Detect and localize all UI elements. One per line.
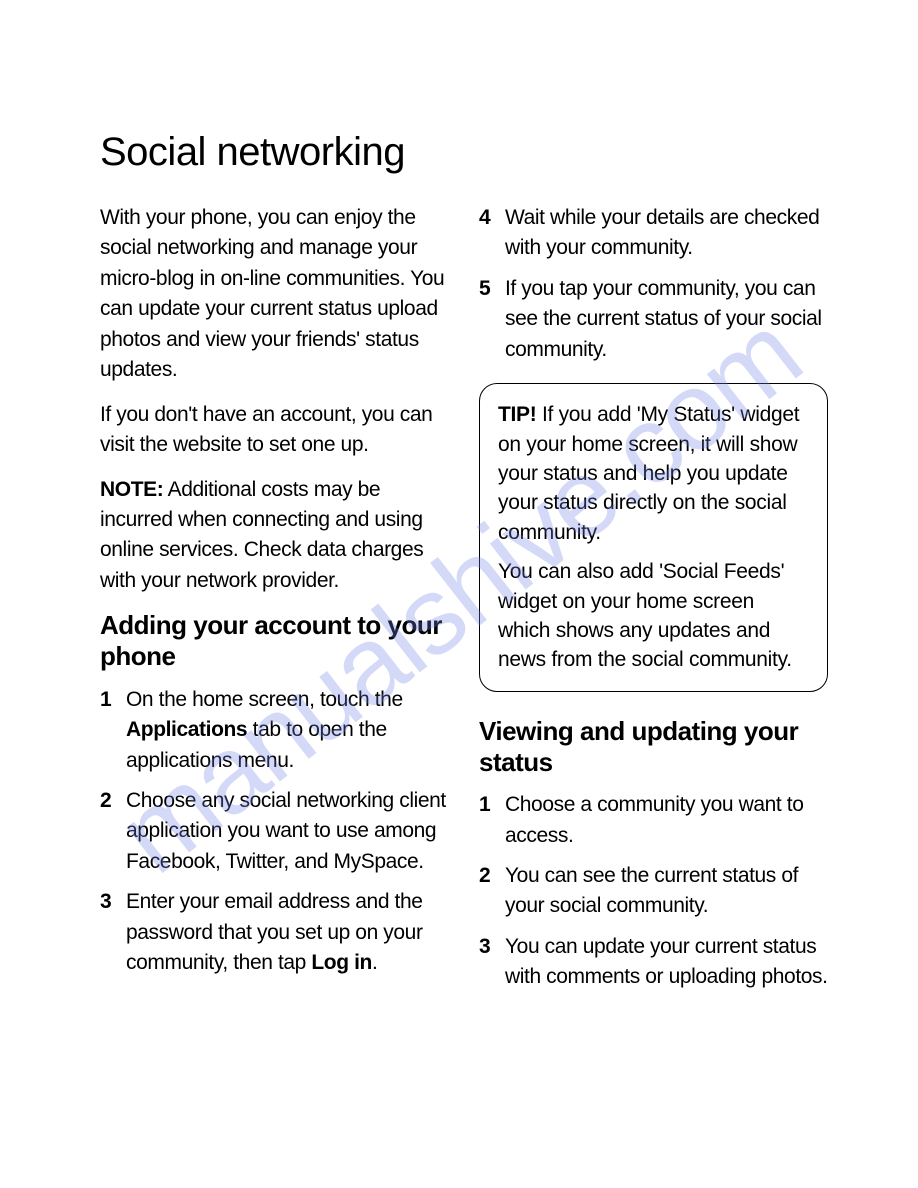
tip-para-1: TIP! If you add 'My Status' widget on yo…	[498, 400, 809, 547]
tip-box: TIP! If you add 'My Status' widget on yo…	[479, 383, 828, 692]
list-num: 4	[479, 203, 505, 233]
tip-label: TIP!	[498, 403, 536, 426]
list-num: 2	[100, 786, 126, 816]
right-column: 4 Wait while your details are checked wi…	[479, 203, 828, 1011]
list-text: You can update your current status with …	[505, 932, 828, 993]
list-text: On the home screen, touch the Applicatio…	[126, 685, 449, 776]
list-text: Choose any social networking client appl…	[126, 786, 449, 877]
list-item: 5 If you tap your community, you can see…	[479, 274, 828, 365]
list-num: 1	[100, 685, 126, 715]
tip-para-2: You can also add 'Social Feeds' widget o…	[498, 557, 809, 675]
list-text: If you tap your community, you can see t…	[505, 274, 828, 365]
content-columns: With your phone, you can enjoy the socia…	[100, 203, 828, 1011]
intro-para-2: If you don't have an account, you can vi…	[100, 400, 449, 461]
list-item: 3 Enter your email address and the passw…	[100, 887, 449, 978]
list-text: Wait while your details are checked with…	[505, 203, 828, 264]
page-title: Social networking	[100, 130, 828, 175]
list-item: 2 You can see the current status of your…	[479, 861, 828, 922]
list-num: 2	[479, 861, 505, 891]
list-item: 4 Wait while your details are checked wi…	[479, 203, 828, 264]
list-item: 3 You can update your current status wit…	[479, 932, 828, 993]
section-2-heading: Viewing and updating your status	[479, 716, 828, 778]
steps-list-1b: 4 Wait while your details are checked wi…	[479, 203, 828, 365]
list-item: 1 Choose a community you want to access.	[479, 790, 828, 851]
list-text: Choose a community you want to access.	[505, 790, 828, 851]
left-column: With your phone, you can enjoy the socia…	[100, 203, 449, 1011]
list-num: 3	[100, 887, 126, 917]
list-text: You can see the current status of your s…	[505, 861, 828, 922]
note-para: NOTE: Additional costs may be incurred w…	[100, 475, 449, 597]
note-label: NOTE:	[100, 478, 163, 501]
list-text: Enter your email address and the passwor…	[126, 887, 449, 978]
list-item: 1 On the home screen, touch the Applicat…	[100, 685, 449, 776]
list-item: 2 Choose any social networking client ap…	[100, 786, 449, 877]
steps-list-2: 1 Choose a community you want to access.…	[479, 790, 828, 993]
list-num: 1	[479, 790, 505, 820]
intro-para-1: With your phone, you can enjoy the socia…	[100, 203, 449, 386]
list-num: 3	[479, 932, 505, 962]
section-1-heading: Adding your account to your phone	[100, 610, 449, 672]
steps-list-1a: 1 On the home screen, touch the Applicat…	[100, 685, 449, 979]
list-num: 5	[479, 274, 505, 304]
